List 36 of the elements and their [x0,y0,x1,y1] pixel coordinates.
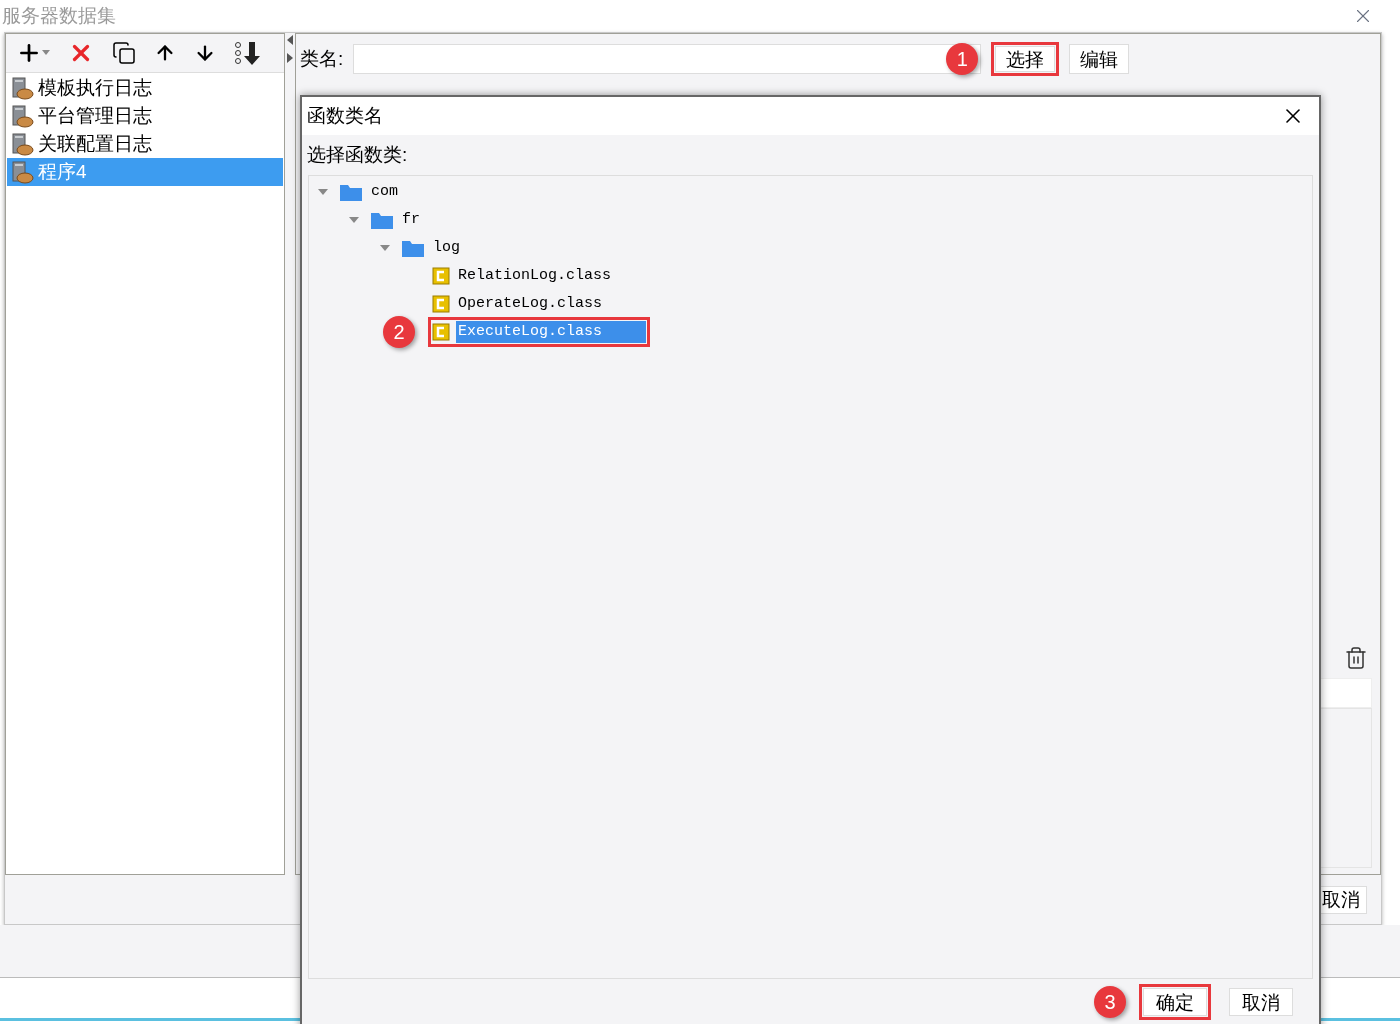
expand-right-icon[interactable] [287,53,293,63]
server-icon [10,132,34,156]
step-badge: 2 [383,316,415,348]
value-field[interactable] [1318,678,1372,708]
tree-node-label[interactable]: RelationLog.class [456,264,614,288]
move-to-bottom-icon[interactable] [234,40,260,66]
field-label: 类名: [300,46,344,71]
class-name-field[interactable] [353,44,982,74]
tree-node-label[interactable]: OperateLog.class [456,292,605,316]
folder-icon [370,210,394,230]
class-file-icon [432,323,450,341]
copy-icon[interactable] [112,41,136,65]
tree-node-label[interactable]: log [431,236,462,260]
dialog-button[interactable]: 取消 [1229,988,1293,1016]
step-badge: 3 [1094,986,1126,1018]
folder-icon [401,238,425,258]
server-icon [10,160,34,184]
dataset-item[interactable]: 关联配置日志 [7,130,283,158]
window-title: 服务器数据集 [2,3,116,28]
edit-button[interactable]: 编辑 [1069,44,1130,74]
select-button[interactable]: 选择 [995,46,1056,72]
server-icon [10,76,34,100]
class-file-icon [432,295,450,313]
server-icon [10,104,34,128]
dialog-title: 函数类名 [307,103,383,128]
class-file-icon [432,267,450,285]
collapse-left-icon[interactable] [287,35,293,45]
dialog-button[interactable]: 确定 [1143,988,1207,1016]
dataset-item[interactable]: 平台管理日志 [7,102,283,130]
tree-node-label[interactable]: fr [400,208,422,232]
folder-icon [339,182,363,202]
tree-node-label[interactable]: com [369,180,400,204]
delete-icon[interactable] [1344,646,1368,670]
tree-prompt: 选择函数类: [307,142,408,167]
dataset-item[interactable]: 模板执行日志 [7,74,283,102]
caret-icon[interactable] [42,50,50,56]
